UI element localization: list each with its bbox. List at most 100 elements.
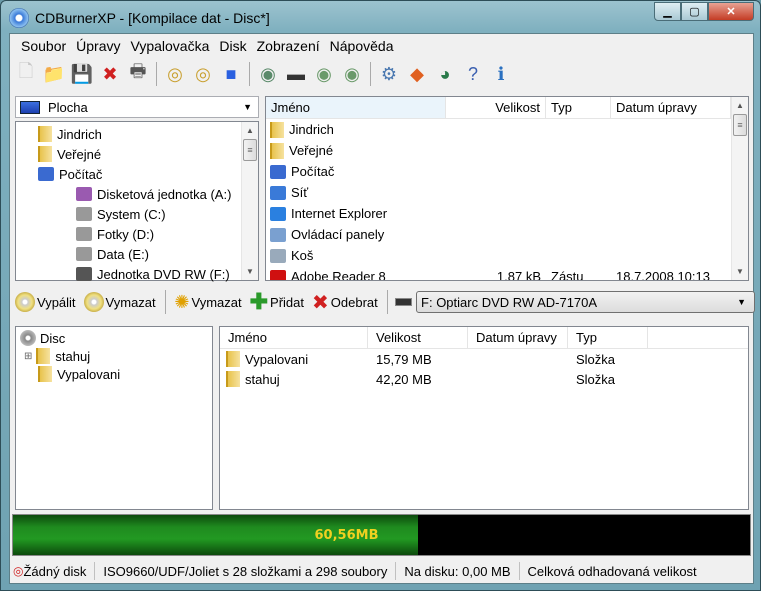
window-title: CDBurnerXP - [Kompilace dat - Disc*]: [35, 10, 270, 26]
dropdown-arrow-icon[interactable]: ▼: [243, 102, 252, 112]
no-disc-icon: ◎: [13, 564, 24, 578]
clear-compilation-button[interactable]: ✺ Vymazat: [172, 290, 243, 315]
tree-item[interactable]: Veřejné: [16, 144, 258, 164]
help-icon[interactable]: ?: [460, 61, 486, 87]
status-disc: Žádný disk: [23, 563, 87, 579]
tree-item-label: Jindrich: [57, 126, 102, 142]
burn-button[interactable]: Vypálit: [13, 290, 78, 314]
compilation-tree-item[interactable]: Disc: [20, 329, 208, 347]
disc-check-icon[interactable]: ◎: [190, 61, 216, 87]
remove-button[interactable]: ✖ Odebrat: [310, 288, 380, 317]
drive-icon: [76, 207, 92, 221]
tree-item[interactable]: Jindrich: [16, 124, 258, 144]
column-header[interactable]: Jméno: [220, 327, 368, 348]
tree-item[interactable]: Jednotka DVD RW (F:): [16, 264, 258, 284]
table-row[interactable]: Jindrich: [266, 119, 748, 140]
location-combo[interactable]: Plocha ▼: [15, 96, 259, 118]
status-on-disc: Na disku: 0,00 MB: [396, 562, 520, 580]
column-header[interactable]: Velikost: [446, 97, 546, 118]
info-icon[interactable]: ℹ: [488, 61, 514, 87]
tree-item[interactable]: Fotky (D:): [16, 224, 258, 244]
web-link-icon[interactable]: ◕: [432, 61, 458, 87]
location-value: Plocha: [48, 99, 88, 115]
toolbar-separator: [249, 62, 250, 86]
row-size: 42,20 MB: [376, 371, 432, 387]
compilation-tree-item[interactable]: Vypalovani: [20, 365, 208, 383]
tree-item[interactable]: System (C:): [16, 204, 258, 224]
tree-item[interactable]: Data (E:): [16, 244, 258, 264]
app-window: CDBurnerXP - [Kompilace dat - Disc*] ▁ ▢…: [0, 0, 761, 591]
ie-icon: [270, 206, 286, 221]
folder-icon: [38, 126, 52, 142]
table-row[interactable]: Vypalovani 15,79 MB Složka: [220, 349, 748, 369]
tree-item-label: System (C:): [97, 206, 166, 222]
drive-icon: [76, 227, 92, 241]
disc-up-icon[interactable]: ◉: [339, 61, 365, 87]
column-header[interactable]: Velikost: [368, 327, 468, 348]
folder-icon: [36, 348, 51, 364]
close-button[interactable]: ✕: [708, 2, 754, 21]
column-header[interactable]: Typ: [568, 327, 648, 348]
menu-5[interactable]: Nápověda: [325, 38, 399, 54]
folder-icon: [38, 366, 52, 382]
table-row[interactable]: Adobe Reader 8 1,87 kB Zástu 18.7.2008 10:1…: [266, 266, 748, 281]
minimize-button[interactable]: ▁: [654, 2, 681, 21]
tree-item[interactable]: Disketová jednotka (A:): [16, 184, 258, 204]
minimize-blue-icon[interactable]: ■: [218, 61, 244, 87]
menu-1[interactable]: Úpravy: [71, 38, 125, 54]
dropdown-arrow-icon: ▼: [737, 297, 747, 307]
menu-2[interactable]: Vypalovačka: [126, 38, 215, 54]
web-update-icon[interactable]: ◆: [404, 61, 430, 87]
print-icon[interactable]: 🖶: [125, 61, 151, 87]
table-row[interactable]: Počítač: [266, 161, 748, 182]
expand-icon[interactable]: ⊞: [24, 351, 32, 362]
column-header[interactable]: Jméno: [266, 97, 446, 118]
tree-item[interactable]: Počítač: [16, 164, 258, 184]
delete-icon[interactable]: ✖: [97, 61, 123, 87]
status-filesystem: ISO9660/UDF/Joliet s 28 složkami a 298 s…: [95, 562, 397, 580]
drive-info-icon[interactable]: ▬: [283, 61, 309, 87]
computer-icon: [270, 164, 286, 179]
status-bar: ◎ Žádný disk ISO9660/UDF/Joliet s 28 slož…: [10, 559, 755, 583]
folder-tree[interactable]: Jindrich Veřejné Počítač Disketová jednotka…: [15, 121, 259, 284]
drive-select[interactable]: F: Optiarc DVD RW AD-7170A ▼: [416, 291, 756, 313]
new-icon[interactable]: 🗋: [13, 61, 39, 87]
app-logo-icon: [9, 8, 29, 28]
tree-item-label: Vypalovani: [57, 366, 121, 382]
table-row[interactable]: Ovládací panely: [266, 224, 748, 245]
menu-4[interactable]: Zobrazení: [252, 38, 325, 54]
compilation-tree[interactable]: Disc ⊞ stahuj Vypalovani: [15, 326, 213, 510]
capacity-label: 60,56MB: [314, 528, 379, 543]
disc-info-icon[interactable]: ◉: [255, 61, 281, 87]
disc-erase-icon[interactable]: ◎: [162, 61, 188, 87]
table-row[interactable]: stahuj 42,20 MB Složka: [220, 369, 748, 389]
open-folder-icon[interactable]: 📁: [41, 61, 67, 87]
folder-tree-scrollbar[interactable]: ▲ ≡ ▼: [241, 122, 258, 280]
network-icon: [270, 185, 286, 200]
column-header[interactable]: Datum úpravy: [468, 327, 568, 348]
folder-icon: [226, 371, 240, 387]
row-type: Složka: [576, 371, 616, 387]
disc-down-icon[interactable]: ◉: [311, 61, 337, 87]
table-row[interactable]: Síť: [266, 182, 748, 203]
menu-0[interactable]: Soubor: [16, 38, 71, 54]
dvd-icon: [76, 267, 92, 281]
save-icon[interactable]: 💾: [69, 61, 95, 87]
row-type: Zástu: [551, 269, 584, 281]
table-row[interactable]: Koš: [266, 245, 748, 266]
menu-3[interactable]: Disk: [214, 38, 251, 54]
maximize-button[interactable]: ▢: [681, 2, 708, 21]
column-header[interactable]: Typ: [546, 97, 611, 118]
erase-disc-button[interactable]: Vymazat: [82, 290, 158, 314]
column-header[interactable]: Datum úpravy: [611, 97, 731, 118]
desktop-icon: [20, 100, 40, 114]
add-button[interactable]: ✚ Přidat: [248, 287, 306, 317]
file-browser-scrollbar[interactable]: ▲ ≡ ▼: [731, 97, 748, 280]
compilation-tree-item[interactable]: ⊞ stahuj: [20, 347, 208, 365]
settings-icon[interactable]: ⚙: [376, 61, 402, 87]
row-name: Počítač: [291, 164, 335, 179]
file-browser[interactable]: Jméno Velikost Typ Datum úpravy Jindrich Veř…: [265, 96, 749, 281]
table-row[interactable]: Veřejné: [266, 140, 748, 161]
table-row[interactable]: Internet Explorer: [266, 203, 748, 224]
compilation-list[interactable]: Jméno Velikost Datum úpravy Typ Vypalovani 1…: [219, 326, 749, 510]
